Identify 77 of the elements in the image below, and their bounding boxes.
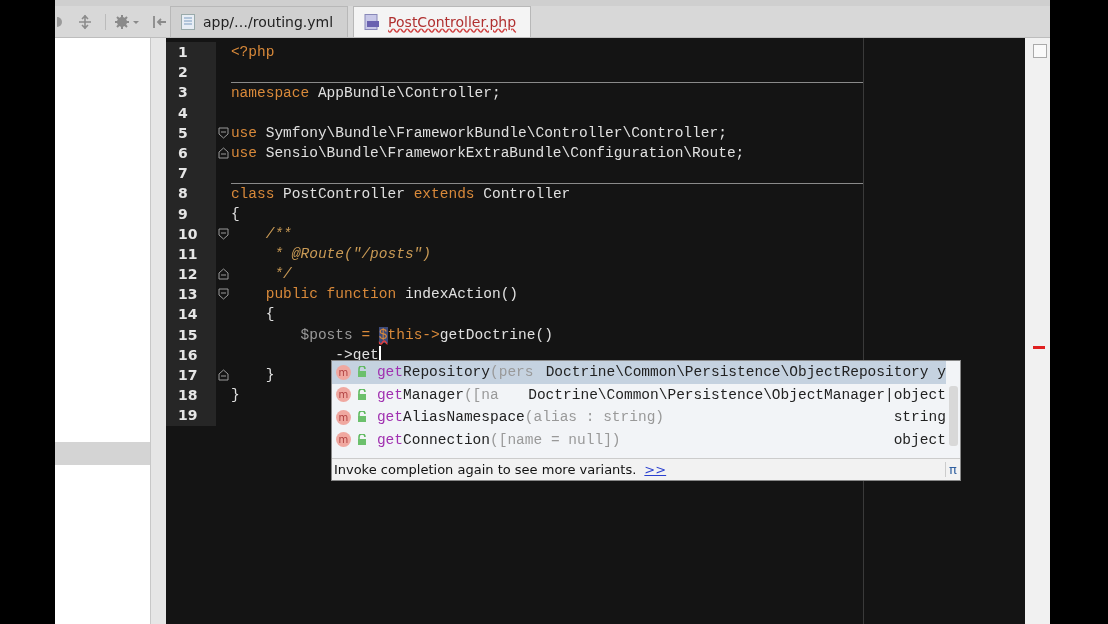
- method-params: (alias : string): [524, 409, 665, 426]
- line-number: 10: [177, 225, 198, 242]
- line-number: 16: [177, 346, 198, 363]
- collapse-icon[interactable]: [152, 13, 168, 30]
- code-line: }: [230, 386, 240, 406]
- line-number: 3: [177, 84, 188, 101]
- method-params: ([na: [463, 386, 499, 403]
- line-number: 13: [177, 286, 198, 303]
- line-number: 14: [177, 306, 198, 323]
- method-badge: m: [335, 364, 351, 380]
- line-number: 7: [177, 165, 188, 182]
- line-number: 5: [177, 124, 188, 141]
- line-number: 15: [177, 326, 198, 343]
- lock-icon: [356, 411, 367, 424]
- split-icon[interactable]: [77, 13, 93, 30]
- status-indicator[interactable]: [1033, 44, 1048, 58]
- file-tab[interactable]: PostController.php: [353, 6, 532, 37]
- line-number: 12: [177, 266, 198, 283]
- scrollbar[interactable]: [948, 386, 958, 446]
- error-marker[interactable]: [1033, 346, 1046, 349]
- line-number: 9: [177, 205, 188, 222]
- method-name: getRepository: [376, 364, 490, 381]
- php-file-icon: [364, 14, 381, 30]
- line-number: 8: [177, 185, 188, 202]
- method-name: getAliasNamespace: [376, 409, 525, 426]
- completion-item[interactable]: m getAliasNamespace(alias : string) string: [331, 406, 946, 429]
- line-number: 2: [177, 64, 188, 81]
- settings-icon[interactable]: [105, 13, 140, 30]
- code-line: <?php: [230, 43, 275, 62]
- method-badge: m: [335, 387, 351, 403]
- line-number: 11: [177, 245, 198, 262]
- completion-item[interactable]: m getManager([na Doctrine\Common\Persistence\ObjectManager|object: [331, 383, 946, 406]
- file-tab[interactable]: app/…/routing.yml: [170, 6, 349, 37]
- method-badge: m: [335, 432, 351, 448]
- fold-end-icon[interactable]: [217, 268, 229, 281]
- code-editor[interactable]: [165, 38, 1026, 624]
- method-params: ([name = null]): [490, 431, 621, 448]
- fold-icon[interactable]: [217, 126, 229, 139]
- code-line: */: [273, 265, 292, 285]
- code-line: {: [264, 305, 275, 325]
- code-line: * @Route("/posts"): [273, 244, 432, 264]
- code-line: public function indexAction(): [264, 285, 519, 305]
- return-type: string: [892, 409, 946, 426]
- code-line: }: [264, 366, 275, 385]
- line-number: 4: [177, 104, 188, 121]
- code-line: $posts = $this->getDoctrine(): [299, 325, 553, 345]
- file-icon: [181, 14, 195, 30]
- code-line: /**: [264, 224, 292, 244]
- return-type: Doctrine\Common\Persistence\ObjectRepository y: [544, 364, 946, 381]
- line-number: 18: [177, 387, 198, 404]
- lock-icon: [356, 366, 367, 379]
- line-number: 17: [177, 367, 198, 383]
- method-name: getManager: [376, 386, 464, 403]
- fold-icon[interactable]: [217, 227, 229, 240]
- completion-item[interactable]: m getRepository(pers Doctrine\Common\Persistence\ObjectRepository y: [331, 361, 946, 384]
- lock-icon: [356, 388, 367, 401]
- fold-end-icon[interactable]: [217, 147, 229, 160]
- completion-hint: Invoke completion again to see more variants.: [333, 462, 637, 477]
- fold-icon[interactable]: [217, 288, 229, 301]
- more-variants-link[interactable]: >>: [644, 462, 667, 477]
- line-number: 6: [177, 144, 188, 161]
- code-line: class PostController extends Controller: [230, 184, 571, 204]
- completion-item[interactable]: m getConnection([name = null]) object: [331, 428, 946, 451]
- code-line: use Sensio\Bundle\FrameworkExtraBundle\Configuration\Route;: [230, 143, 745, 163]
- line-number: 1: [177, 44, 188, 60]
- pi-button[interactable]: π: [945, 462, 960, 477]
- method-badge: m: [335, 409, 351, 425]
- lock-icon: [356, 433, 367, 446]
- code-line: use Symfony\Bundle\FrameworkBundle\Controller\Controller;: [230, 123, 727, 143]
- method-name: getConnection: [376, 431, 490, 448]
- code-line: {: [230, 204, 240, 224]
- return-type: Doctrine\Common\Persistence\ObjectManager|object: [527, 386, 946, 403]
- code-line: namespace AppBundle\Controller;: [230, 83, 501, 103]
- method-params: (pers: [490, 364, 534, 381]
- fold-end-icon[interactable]: [217, 369, 229, 382]
- line-number: 19: [177, 407, 198, 424]
- return-type: object: [892, 431, 946, 448]
